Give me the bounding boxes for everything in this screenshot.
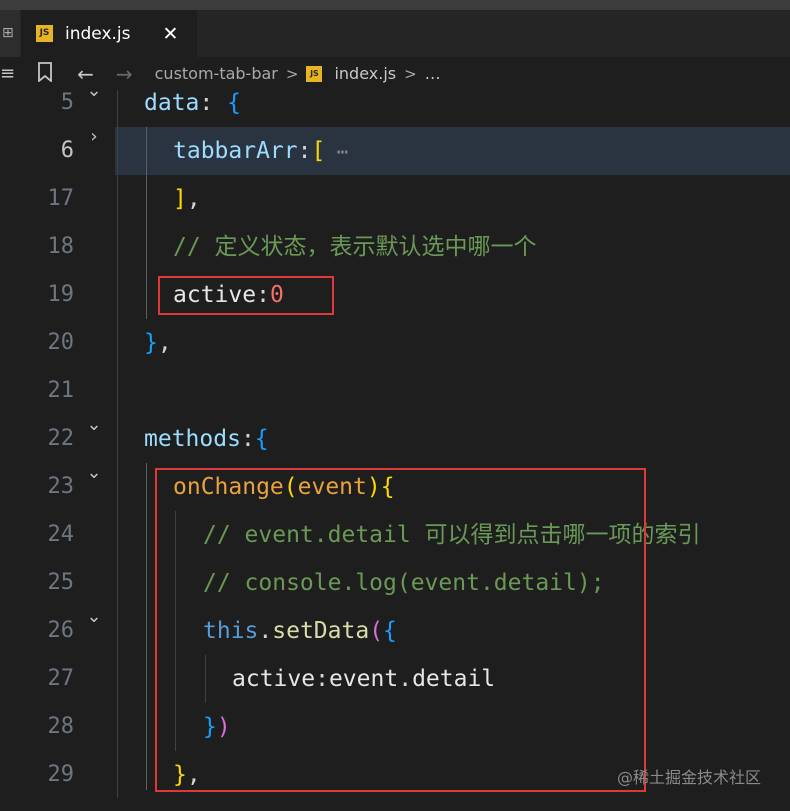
token: : [297,138,312,164]
token: : [199,90,228,116]
tab-edge-icon[interactable]: ⊞ [0,10,20,57]
token: : [240,426,255,452]
line-number: 22 [47,426,75,451]
token: { [227,90,241,116]
token: methods [144,426,241,452]
breadcrumb-file[interactable]: index.js [334,64,396,83]
token: } [144,330,158,356]
code-line-6[interactable]: tabbarArr:[ ⋯ [173,127,348,175]
code-line-18[interactable]: // 定义状态，表示默认选中哪一个 [173,223,537,271]
chevron-down-icon[interactable]: ⌄ [84,606,104,627]
line-number: 20 [47,330,75,355]
line-number: 26 [47,618,75,643]
line-number: 18 [47,234,75,259]
watermark: @稀土掘金技术社区 [617,768,762,787]
line-number: 23 [47,474,75,499]
line-number: 25 [47,570,75,595]
line-number: 29 [47,762,75,787]
chevron-right-icon[interactable]: › [84,126,104,147]
line-number: 27 [47,666,75,691]
token: , [186,186,201,212]
code-line-5[interactable]: data: { [144,79,241,127]
breadcrumb-separator: > [285,64,299,83]
tab-index-js[interactable]: JS index.js ✕ [21,10,197,57]
line-number: 19 [47,282,75,307]
js-file-icon: JS [306,65,323,82]
indent-guide [146,127,147,319]
comment: // 定义状态，表示默认选中哪一个 [173,234,537,260]
line-number: 5 [60,90,74,115]
line-number: 28 [47,714,75,739]
tab-label: index.js [65,23,131,44]
token: , [157,330,172,356]
line-number: 21 [47,378,75,403]
token: ] [173,186,187,212]
token: { [254,426,269,452]
code-line-22[interactable]: methods:{ [144,415,269,463]
token: data [144,90,200,116]
line-number: 6 [60,138,74,163]
indent-guide [146,463,147,790]
token: tabbarArr [173,138,298,164]
chevron-down-icon[interactable]: ⌄ [84,80,104,101]
chevron-down-icon[interactable]: ⌄ [84,414,104,435]
indent-guide [117,90,118,798]
line-number: 17 [47,186,75,211]
breadcrumb: ≡ ← → custom-tab-bar > JS index.js > … [0,57,790,90]
breadcrumb-separator: > [404,64,417,83]
close-icon[interactable]: ✕ [163,23,179,45]
code-line-20[interactable]: }, [144,319,172,367]
highlight-box-active [158,276,334,315]
line-number: 24 [47,522,75,547]
breadcrumb-more[interactable]: … [425,64,441,83]
highlight-box-onchange [155,468,646,792]
js-file-icon: JS [36,25,53,42]
arrow-right-icon[interactable]: → [116,62,133,86]
chevron-down-icon[interactable]: ⌄ [84,462,104,483]
title-strip [0,0,790,10]
code-line-17[interactable]: ], [173,175,201,223]
folded-ellipsis[interactable]: ⋯ [325,141,348,163]
token: [ [311,138,326,164]
